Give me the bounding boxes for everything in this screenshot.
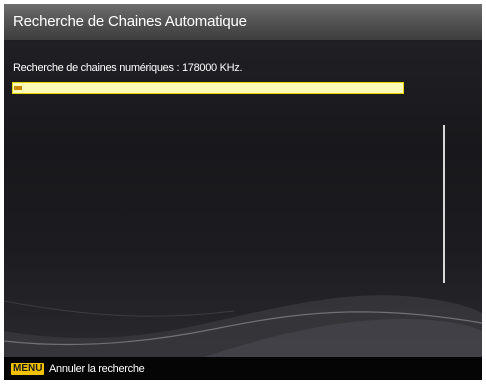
scan-panel: Recherche de chaines numériques : 178000… [4, 41, 482, 357]
page-title: Recherche de Chaines Automatique [13, 13, 247, 30]
scan-status-text: Recherche de chaines numériques : 178000… [13, 62, 243, 74]
title-bar: Recherche de Chaines Automatique [4, 4, 482, 41]
footer-bar: MENU Annuler la recherche [4, 357, 482, 380]
menu-key-badge[interactable]: MENU [11, 363, 45, 375]
tv-frame: Recherche de Chaines Automatique Recherc… [0, 0, 486, 384]
scrollbar[interactable] [443, 125, 445, 283]
scan-progress-fill [14, 86, 22, 90]
scan-progress-bar [12, 82, 404, 94]
tv-screen: Recherche de Chaines Automatique Recherc… [4, 4, 482, 380]
cancel-search-hint[interactable]: Annuler la recherche [49, 363, 145, 375]
